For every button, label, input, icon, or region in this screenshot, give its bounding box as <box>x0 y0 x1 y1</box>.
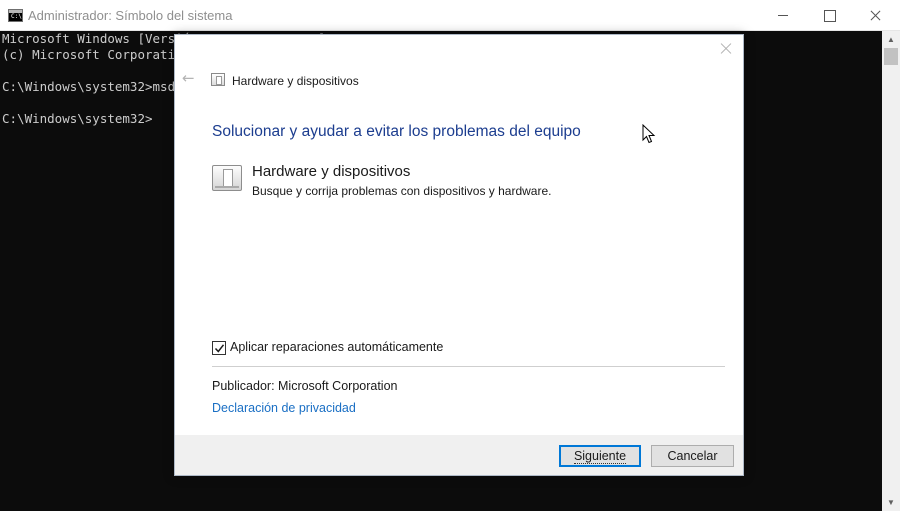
checkmark-icon <box>214 344 225 353</box>
item-description: Busque y corrija problemas con dispositi… <box>252 184 552 198</box>
scroll-up-arrow-icon[interactable]: ▲ <box>882 31 900 48</box>
minimize-button[interactable] <box>760 0 806 31</box>
close-window-button[interactable] <box>852 0 898 31</box>
section-divider <box>212 366 725 367</box>
cancel-button[interactable]: Cancelar <box>651 445 734 467</box>
troubleshooter-item[interactable]: Hardware y dispositivos Busque y corrija… <box>212 163 632 203</box>
hardware-header-icon <box>211 73 225 86</box>
hardware-devices-icon <box>212 165 242 191</box>
back-arrow-icon[interactable]: ← <box>182 71 198 86</box>
next-button-label: Siguiente <box>573 449 627 464</box>
privacy-statement-link[interactable]: Declaración de privacidad <box>212 401 356 415</box>
scrollbar-thumb[interactable] <box>884 48 898 65</box>
auto-repair-label: Aplicar reparaciones automáticamente <box>230 340 444 354</box>
scroll-down-arrow-icon[interactable]: ▼ <box>882 494 900 511</box>
item-title: Hardware y dispositivos <box>252 163 411 180</box>
dialog-header-title: Hardware y dispositivos <box>232 74 359 88</box>
next-button[interactable]: Siguiente <box>559 445 641 467</box>
vertical-scrollbar[interactable]: ▲ ▼ <box>882 31 900 511</box>
dialog-heading: Solucionar y ayudar a evitar los problem… <box>212 123 581 140</box>
auto-repair-checkbox[interactable] <box>212 341 226 355</box>
publisher-value: Microsoft Corporation <box>278 379 398 393</box>
title-bar[interactable]: C:\ Administrador: Símbolo del sistema <box>0 0 900 31</box>
command-prompt-icon-text: C:\ <box>11 13 22 20</box>
troubleshooter-dialog: ← Hardware y dispositivos Solucionar y a… <box>174 34 744 476</box>
window-title: Administrador: Símbolo del sistema <box>28 8 233 23</box>
dialog-footer: Siguiente Cancelar <box>175 435 743 475</box>
mouse-cursor-icon <box>642 124 656 144</box>
maximize-button[interactable] <box>806 0 852 31</box>
command-prompt-icon: C:\ <box>8 9 23 22</box>
dialog-close-icon[interactable] <box>719 41 733 55</box>
publisher-label: Publicador: <box>212 379 275 393</box>
